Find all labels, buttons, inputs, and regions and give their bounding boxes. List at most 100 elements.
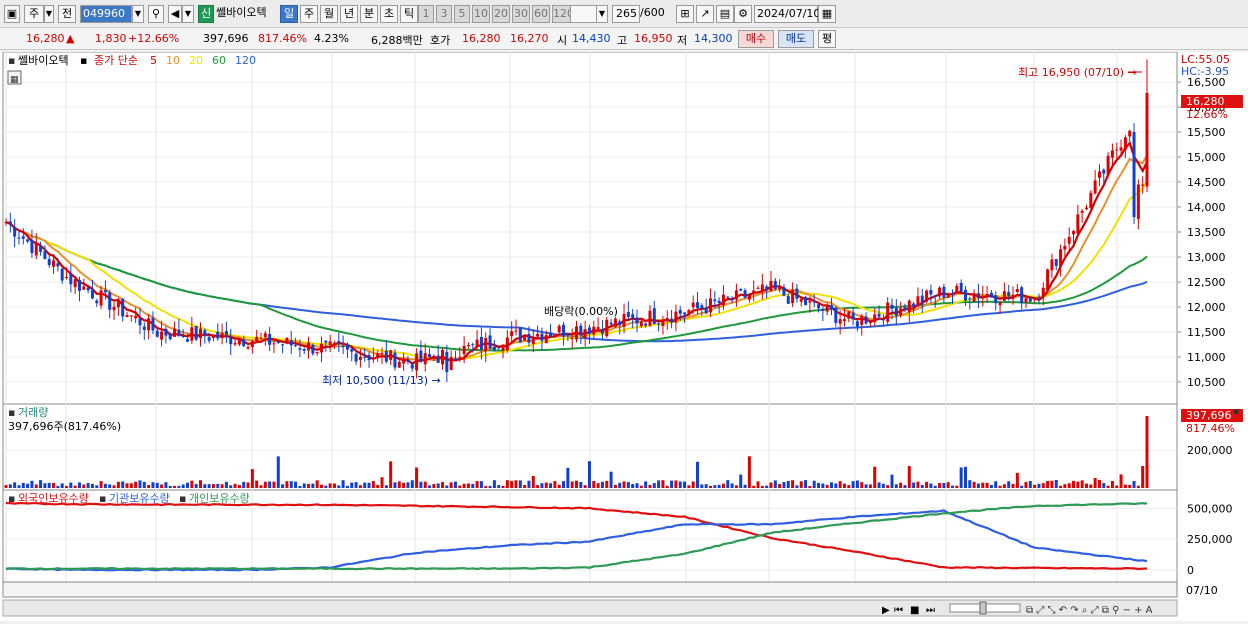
candle-body (497, 347, 501, 349)
volume-bar (704, 484, 708, 488)
volume-bar (674, 480, 678, 488)
candle-body (155, 330, 159, 337)
interval-button-30[interactable]: 30 (512, 5, 530, 23)
candle-body (562, 324, 566, 337)
volume-bar (1141, 466, 1145, 488)
stock-chart[interactable]: 16,50016,00015,50015,00014,50014,00013,5… (0, 51, 1248, 621)
volume-bar (315, 480, 319, 488)
volume-bar (1067, 483, 1071, 488)
interval-button-60[interactable]: 60 (532, 5, 550, 23)
scroll-right-icon[interactable]: ▶ (882, 605, 890, 616)
period-tab-1[interactable]: 주 (300, 5, 318, 23)
candle-body (644, 323, 648, 326)
volume-bar (782, 481, 786, 488)
candle-body (242, 339, 246, 346)
volume-bar (449, 482, 453, 488)
volume-value: 397,696 (203, 32, 249, 45)
period-tab-2[interactable]: 월 (320, 5, 338, 23)
speaker-dropdown-icon[interactable]: ▼ (182, 5, 194, 23)
market-dropdown-icon[interactable]: ▼ (44, 5, 54, 23)
period-tab-3[interactable]: 년 (340, 5, 358, 23)
volume-bar (942, 482, 946, 488)
candle-type-icon[interactable]: ⊞ (676, 5, 694, 23)
candle-body (449, 357, 453, 371)
period-tab-6[interactable]: 틱 (400, 5, 418, 23)
zoom-slider-handle[interactable] (979, 601, 987, 615)
interval-button-3[interactable]: 3 (436, 5, 452, 23)
volume-bar (609, 471, 613, 488)
chart-area[interactable]: 16,50016,00015,50015,00014,50014,00013,5… (0, 51, 1248, 621)
candle-body (250, 341, 254, 348)
tool-icons[interactable]: ⧉ ⤢ ⤡ ↶ ↷ ⌕ ⤢ ⧉ ⚲ − + A (1026, 605, 1153, 616)
period-tab-5[interactable]: 초 (380, 5, 398, 23)
calendar-icon[interactable]: ▦ (818, 5, 836, 23)
scroll-first-icon[interactable]: ⏮ (894, 605, 903, 616)
holdings-legend-item: 기관보유수량 (109, 492, 170, 505)
candle-body (782, 287, 786, 296)
price-tick-label: 13,500 (1187, 226, 1226, 239)
code-dropdown-icon[interactable]: ▼ (132, 5, 144, 23)
interval-dropdown-icon[interactable]: ▼ (596, 5, 608, 23)
candle-body (125, 315, 129, 318)
prev-button[interactable]: 전 (58, 5, 76, 23)
volume-bar (125, 483, 129, 488)
volume-bar (812, 480, 816, 488)
candle-body (17, 237, 21, 239)
candle-body (1063, 245, 1067, 250)
volume-bar (384, 485, 388, 488)
period-tab-0[interactable]: 일 (280, 5, 298, 23)
volume-bar (639, 485, 643, 488)
search-icon[interactable]: ⚲ (148, 5, 164, 23)
gear-icon[interactable]: ⚙ (734, 5, 752, 23)
volume-bar (138, 480, 142, 488)
stock-code-input[interactable]: 049960 (80, 5, 132, 23)
interval-button-1[interactable]: 1 (418, 5, 434, 23)
save-icon[interactable]: ▤ (716, 5, 734, 23)
candle-body (203, 330, 207, 337)
volume-bar (1102, 482, 1106, 488)
candle-body (842, 319, 846, 322)
ma-legend-20: 20 (189, 54, 203, 67)
candle-body (345, 344, 349, 350)
volume-panel-close-icon[interactable]: ▪ (1233, 407, 1239, 417)
volume-bar (501, 485, 505, 488)
evaluate-button[interactable]: 평 (818, 30, 836, 48)
interval-button-20[interactable]: 20 (492, 5, 510, 23)
volume-bar (1119, 474, 1123, 488)
scroll-last-icon[interactable]: ⏭ (926, 605, 935, 616)
volume-tag-text: 397,696 (1186, 409, 1232, 422)
candle-body (657, 323, 661, 325)
buy-button[interactable]: 매수 (738, 30, 774, 48)
volume-bar (207, 484, 211, 488)
date-input[interactable]: 2024/07/10 (754, 5, 820, 23)
line-tool-icon[interactable]: ↗ (696, 5, 714, 23)
sell-button[interactable]: 매도 (778, 30, 814, 48)
stop-icon[interactable]: ■ (910, 605, 919, 616)
candle-body (458, 356, 462, 358)
volume-bar (946, 482, 950, 488)
interval-button-10[interactable]: 10 (472, 5, 490, 23)
volume-bar (657, 480, 661, 488)
candle-body (1115, 149, 1119, 151)
candle-body (890, 304, 894, 309)
candle-body (536, 333, 540, 337)
market-select[interactable]: 주 (24, 5, 44, 23)
volume-bar (1084, 483, 1088, 488)
candle-body (1123, 137, 1127, 150)
volume-bar (907, 466, 911, 488)
volume-bar (30, 480, 34, 488)
volume-bar (233, 483, 237, 488)
speaker-icon[interactable]: ◀ (168, 5, 182, 23)
volume-bar (739, 474, 743, 488)
count-input[interactable]: 265 (612, 5, 640, 23)
volume-bar (471, 483, 475, 488)
volume-bar (1024, 481, 1028, 488)
candle-body (557, 325, 561, 333)
volume-bar (786, 480, 790, 488)
volume-bar (873, 466, 877, 488)
window-menu-icon[interactable]: ▣ (4, 5, 20, 23)
candle-body (514, 330, 518, 332)
period-tab-4[interactable]: 분 (360, 5, 378, 23)
volume-bar (112, 485, 116, 488)
interval-button-5[interactable]: 5 (454, 5, 470, 23)
